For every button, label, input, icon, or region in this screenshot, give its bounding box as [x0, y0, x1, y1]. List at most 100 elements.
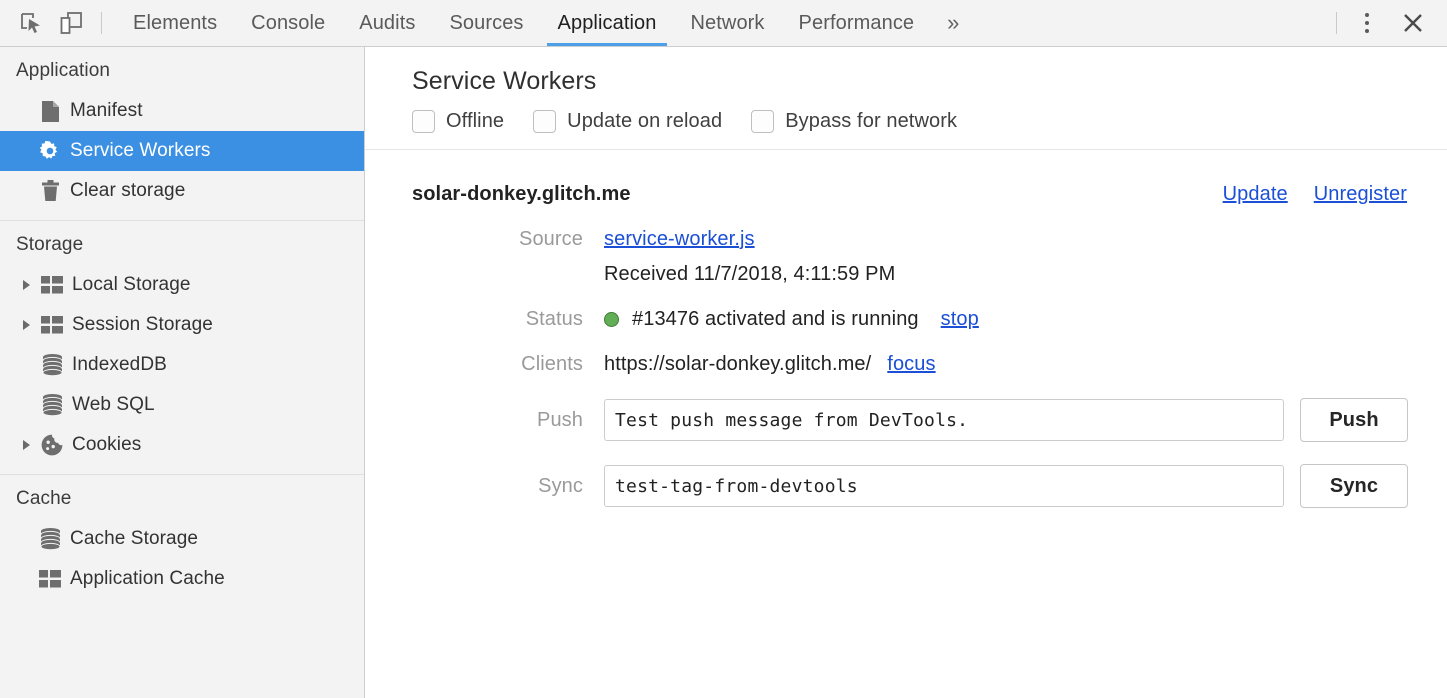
clients-value: https://solar-donkey.glitch.me/ focus [604, 353, 936, 376]
tab-label: Elements [133, 12, 217, 35]
push-message-input[interactable] [604, 399, 1284, 441]
sidebar-item-web-sql[interactable]: Web SQL [0, 385, 364, 425]
document-glyph [41, 100, 60, 123]
option-update-on-reload[interactable]: Update on reload [533, 110, 722, 133]
sidebar-item-local-storage[interactable]: Local Storage [0, 265, 364, 305]
sidebar-item-label: Manifest [70, 100, 143, 122]
option-bypass-for-network[interactable]: Bypass for network [751, 110, 957, 133]
sidebar-item-application-cache[interactable]: Application Cache [0, 559, 364, 599]
chevron-right-icon[interactable] [16, 440, 36, 450]
unregister-button[interactable]: Unregister [1314, 183, 1407, 206]
focus-button[interactable]: focus [887, 353, 935, 376]
received-value: Received 11/7/2018, 4:11:59 PM [604, 263, 895, 286]
source-label: Source [412, 228, 604, 251]
toolbar-divider [101, 12, 102, 34]
close-glyph [1400, 10, 1426, 36]
received-row: Received 11/7/2018, 4:11:59 PM [365, 263, 1447, 286]
tab-application[interactable]: Application [541, 0, 674, 46]
more-options-icon[interactable] [1349, 5, 1385, 41]
sidebar-item-manifest[interactable]: Manifest [0, 91, 364, 131]
sidebar-item-clear-storage[interactable]: Clear storage [0, 171, 364, 211]
clients-label: Clients [412, 353, 604, 376]
update-button[interactable]: Update [1223, 183, 1288, 206]
database-icon [38, 393, 66, 417]
trash-icon [36, 179, 64, 203]
sidebar-item-cookies[interactable]: Cookies [0, 425, 364, 465]
sync-button[interactable]: Sync [1300, 464, 1408, 508]
source-file-link[interactable]: service-worker.js [604, 228, 755, 251]
option-offline[interactable]: Offline [412, 110, 504, 133]
sidebar-item-session-storage[interactable]: Session Storage [0, 305, 364, 345]
sidebar-section-title: Storage [0, 221, 364, 265]
inspect-element-icon[interactable] [11, 3, 51, 43]
push-label: Push [412, 409, 604, 432]
application-sidebar: Application Manifest [0, 47, 365, 698]
device-toolbar-icon[interactable] [51, 3, 91, 43]
panel-tabs: Elements Console Audits Sources Applicat… [116, 0, 1324, 46]
devtools-window: Elements Console Audits Sources Applicat… [0, 0, 1447, 698]
tab-label: Application [558, 12, 657, 35]
tab-label: Performance [799, 12, 915, 35]
option-label: Update on reload [567, 110, 722, 133]
table-glyph [41, 316, 63, 334]
sync-label: Sync [412, 475, 604, 498]
document-icon [36, 99, 64, 123]
tab-elements[interactable]: Elements [116, 0, 234, 46]
table-glyph [39, 570, 61, 588]
tab-console[interactable]: Console [234, 0, 342, 46]
sidebar-item-label: Clear storage [70, 180, 185, 202]
sidebar-item-service-workers[interactable]: Service Workers [0, 131, 364, 171]
more-tabs-icon[interactable]: » [931, 0, 975, 46]
offline-checkbox[interactable] [412, 110, 435, 133]
sidebar-item-indexeddb[interactable]: IndexedDB [0, 345, 364, 385]
push-button[interactable]: Push [1300, 398, 1408, 442]
sidebar-section-storage: Storage Local Storage [0, 221, 364, 475]
bypass-for-network-checkbox[interactable] [751, 110, 774, 133]
sync-tag-input[interactable] [604, 465, 1284, 507]
status-row: Status #13476 activated and is running s… [365, 308, 1447, 331]
cookie-glyph [41, 434, 63, 456]
option-label: Bypass for network [785, 110, 957, 133]
table-glyph [41, 276, 63, 294]
chevron-right-icon[interactable] [16, 320, 36, 330]
device-toolbar-glyph [59, 11, 83, 35]
option-label: Offline [446, 110, 504, 133]
sidebar-item-cache-storage[interactable]: Cache Storage [0, 519, 364, 559]
tab-label: Console [251, 12, 325, 35]
devtools-toolbar: Elements Console Audits Sources Applicat… [0, 0, 1447, 47]
inspect-element-glyph [19, 11, 43, 35]
service-worker-origin-row: solar-donkey.glitch.me Update Unregister [365, 183, 1447, 206]
update-on-reload-checkbox[interactable] [533, 110, 556, 133]
table-icon [36, 567, 64, 591]
tab-audits[interactable]: Audits [342, 0, 432, 46]
kebab-dot [1365, 29, 1369, 33]
devtools-body: Application Manifest [0, 47, 1447, 698]
tab-performance[interactable]: Performance [782, 0, 932, 46]
gear-icon [36, 139, 64, 163]
chevron-right-icon[interactable] [16, 280, 36, 290]
status-indicator-icon [604, 312, 619, 327]
stop-button[interactable]: stop [941, 308, 979, 331]
sync-row: Sync Sync [365, 464, 1447, 508]
tab-sources[interactable]: Sources [432, 0, 540, 46]
database-glyph [42, 354, 63, 376]
kebab-dot [1365, 21, 1369, 25]
sidebar-section-cache: Cache [0, 475, 364, 608]
service-workers-panel: Service Workers Offline Update on reload… [365, 47, 1447, 698]
tab-label: Network [690, 12, 764, 35]
table-icon [38, 313, 66, 337]
sidebar-section-title: Cache [0, 475, 364, 519]
status-value: #13476 activated and is running stop [604, 308, 979, 331]
database-icon [36, 527, 64, 551]
table-icon [38, 273, 66, 297]
trash-glyph [41, 180, 60, 202]
tab-network[interactable]: Network [673, 0, 781, 46]
cookie-icon [38, 433, 66, 457]
origin-label: solar-donkey.glitch.me [412, 183, 631, 206]
close-icon[interactable] [1393, 3, 1433, 43]
database-glyph [42, 394, 63, 416]
database-icon [38, 353, 66, 377]
push-row: Push Push [365, 398, 1447, 442]
status-label: Status [412, 308, 604, 331]
sidebar-item-label: Web SQL [72, 394, 155, 416]
